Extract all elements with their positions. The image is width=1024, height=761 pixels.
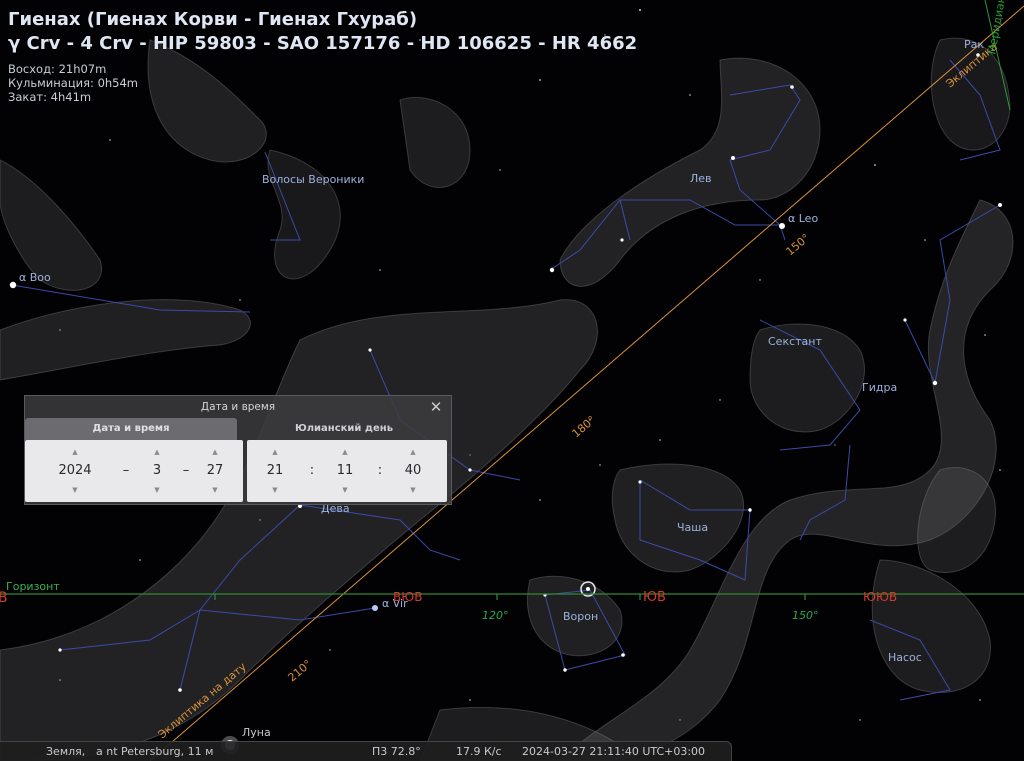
label-dir-v: В <box>0 590 8 606</box>
status-fps: 17.9 К/с <box>456 745 502 758</box>
status-fov: П3 72.8° <box>372 745 421 758</box>
label-horizon: Горизонт <box>6 580 60 593</box>
star-alpha-boo <box>9 281 17 289</box>
object-name: Гиенах (Гиенах Корви - Гиенах Гхураб) <box>8 9 418 30</box>
label-sextans: Секстант <box>768 335 822 348</box>
star-alpha-leo <box>779 223 785 229</box>
second-spinbox[interactable]: ▲ 40 ▼ <box>391 440 435 502</box>
label-antlia: Насос <box>888 651 922 664</box>
month-spinbox[interactable]: ▲ 3 ▼ <box>137 440 177 502</box>
tab-julian-day[interactable]: Юлианский день <box>237 418 451 440</box>
arrow-down-icon[interactable]: ▼ <box>323 483 367 497</box>
label-coma: Волосы Вероники <box>262 173 364 186</box>
object-transit: Кульминация: 0h54m <box>8 76 139 90</box>
arrow-up-icon[interactable]: ▲ <box>253 445 297 459</box>
date-separator: – <box>122 463 130 478</box>
day-value[interactable]: 27 <box>195 459 235 483</box>
dialog-title-bar[interactable]: Дата и время ✕ <box>25 396 451 418</box>
arrow-up-icon[interactable]: ▲ <box>47 445 103 459</box>
arrow-up-icon[interactable]: ▲ <box>195 445 235 459</box>
label-dir-yuyuv: ЮЮВ <box>863 590 897 604</box>
label-alpha-leo: α Leo <box>788 212 818 225</box>
arrow-down-icon[interactable]: ▼ <box>195 483 235 497</box>
minute-value[interactable]: 11 <box>323 459 367 483</box>
tab-date-time[interactable]: Дата и время <box>25 418 237 440</box>
year-value[interactable]: 2024 <box>47 459 103 483</box>
minute-spinbox[interactable]: ▲ 11 ▼ <box>323 440 367 502</box>
label-alpha-boo: α Boo <box>19 271 51 284</box>
star-alpha-vir <box>372 605 378 611</box>
dialog-title: Дата и время <box>200 401 276 413</box>
label-moon: Луна <box>242 726 271 739</box>
label-leo: Лев <box>690 172 712 185</box>
status-datetime: 2024-03-27 21:11:40 UTC+03:00 <box>522 745 706 758</box>
arrow-up-icon[interactable]: ▲ <box>391 445 435 459</box>
status-planet: Земля, <box>46 745 86 758</box>
date-separator: – <box>182 463 190 478</box>
arrow-down-icon[interactable]: ▼ <box>47 483 103 497</box>
label-az-120: 120° <box>482 609 509 622</box>
second-value[interactable]: 40 <box>391 459 435 483</box>
time-panel: ▲ 21 ▼ : ▲ 11 ▼ : ▲ 40 ▼ <box>247 440 447 502</box>
arrow-up-icon[interactable]: ▲ <box>137 445 177 459</box>
status-bar: Земля, a nt Petersburg, 11 м П3 72.8° 17… <box>0 741 732 761</box>
object-info: Восход: 21h07m Кульминация: 0h54m Закат:… <box>8 62 138 104</box>
time-separator: : <box>309 463 315 478</box>
object-designations: γ Crv - 4 Crv - HIP 59803 - SAO 157176 -… <box>8 33 638 54</box>
label-dir-vyuv: ВЮВ <box>393 590 422 604</box>
label-corvus: Ворон <box>563 610 598 623</box>
sky-view[interactable]: Волосы Вероники Лев α Leo α Boo Секстант… <box>0 0 1024 761</box>
status-location: a nt Petersburg, 11 м <box>96 745 214 758</box>
date-panel: ▲ 2024 ▼ – ▲ 3 ▼ – ▲ 27 ▼ <box>25 440 243 502</box>
object-title: Гиенах (Гиенах Корви - Гиенах Гхураб) γ … <box>8 8 637 56</box>
dialog-tabs: Дата и время Юлианский день <box>25 418 451 440</box>
close-icon[interactable]: ✕ <box>429 396 443 418</box>
label-az-150: 150° <box>792 609 819 622</box>
month-value[interactable]: 3 <box>137 459 177 483</box>
label-dir-yuv: ЮВ <box>643 590 666 605</box>
hour-value[interactable]: 21 <box>253 459 297 483</box>
object-set: Закат: 4h41m <box>8 90 92 104</box>
arrow-up-icon[interactable]: ▲ <box>323 445 367 459</box>
day-spinbox[interactable]: ▲ 27 ▼ <box>195 440 235 502</box>
time-separator: : <box>377 463 383 478</box>
arrow-down-icon[interactable]: ▼ <box>137 483 177 497</box>
arrow-down-icon[interactable]: ▼ <box>391 483 435 497</box>
hour-spinbox[interactable]: ▲ 21 ▼ <box>253 440 297 502</box>
object-rise: Восход: 21h07m <box>8 62 107 76</box>
arrow-down-icon[interactable]: ▼ <box>253 483 297 497</box>
date-time-dialog: Дата и время ✕ Дата и время Юлианский де… <box>24 395 452 505</box>
label-crater: Чаша <box>677 521 708 534</box>
label-hydra: Гидра <box>862 381 897 394</box>
year-spinbox[interactable]: ▲ 2024 ▼ <box>47 440 103 502</box>
